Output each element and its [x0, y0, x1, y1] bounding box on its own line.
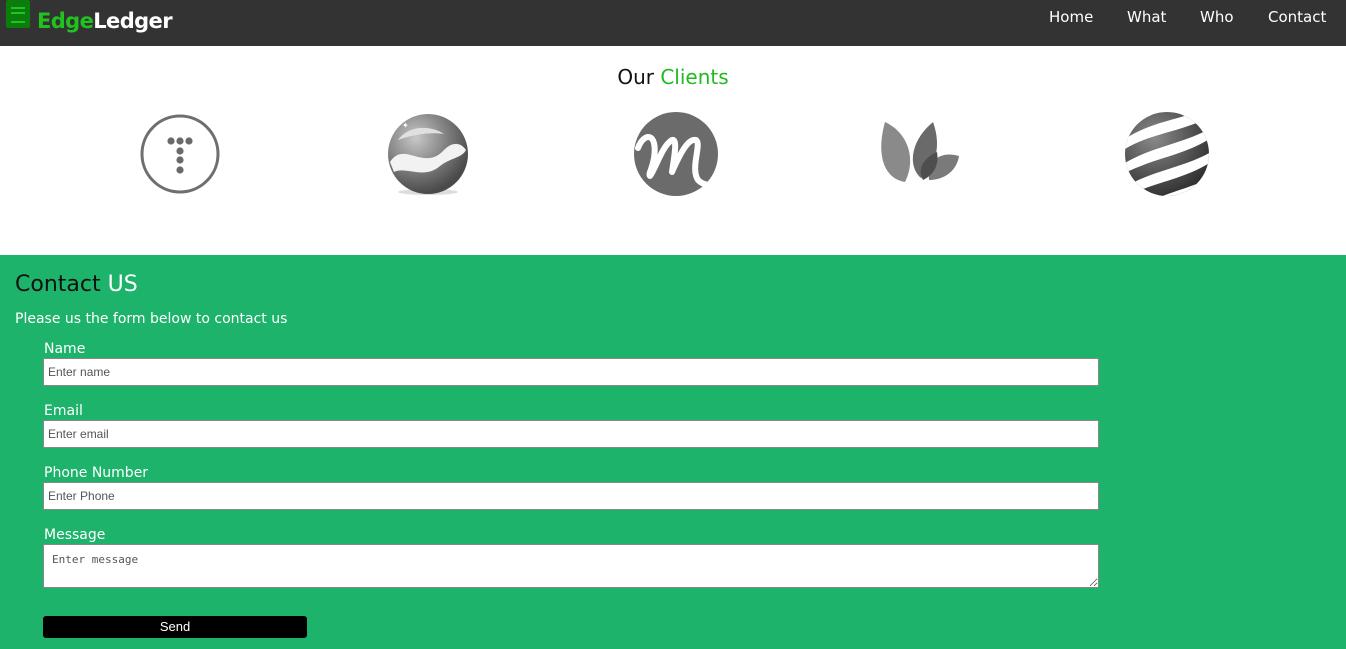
nav-link-home[interactable]: Home [1049, 8, 1093, 26]
contact-subtitle: Please us the form below to contact us [15, 311, 288, 327]
name-input[interactable] [43, 358, 1099, 386]
contact-title-contact: Contact [15, 272, 108, 297]
phone-input[interactable] [43, 482, 1099, 510]
message-label: Message [44, 527, 106, 543]
brand-logo[interactable]: EdgeLedger [37, 7, 173, 35]
client-logo-striped-globe [1125, 112, 1209, 196]
phone-label: Phone Number [44, 465, 149, 481]
brand-name-edge: Edge [37, 9, 94, 33]
clients-title-clients: Clients [660, 65, 729, 89]
contact-title-us: US [107, 272, 138, 297]
nav-link-who[interactable]: Who [1200, 8, 1234, 26]
client-logo-m-script [634, 112, 720, 196]
clients-title-our: Our [617, 65, 661, 89]
client-logo-leaves [881, 122, 959, 182]
brand-name-ledger: Ledger [93, 9, 172, 33]
navbar: EdgeLedger Home What Who Contact [0, 0, 1346, 46]
message-textarea[interactable] [43, 544, 1099, 588]
client-logo-wave-sphere: ✦ [388, 114, 468, 195]
send-button[interactable]: Send [43, 616, 307, 638]
logo-icon[interactable] [6, 0, 30, 28]
contact-title: Contact US [15, 271, 138, 299]
clients-title: Our Clients [0, 64, 1346, 90]
email-label: Email [44, 403, 83, 419]
nav-link-contact[interactable]: Contact [1268, 8, 1326, 26]
nav-link-what[interactable]: What [1127, 8, 1166, 26]
contact-section: Contact US Please us the form below to c… [0, 255, 1346, 649]
name-label: Name [44, 341, 86, 357]
client-logo-t-dots [140, 114, 220, 194]
email-input[interactable] [43, 420, 1099, 448]
svg-text:✦: ✦ [402, 121, 409, 130]
